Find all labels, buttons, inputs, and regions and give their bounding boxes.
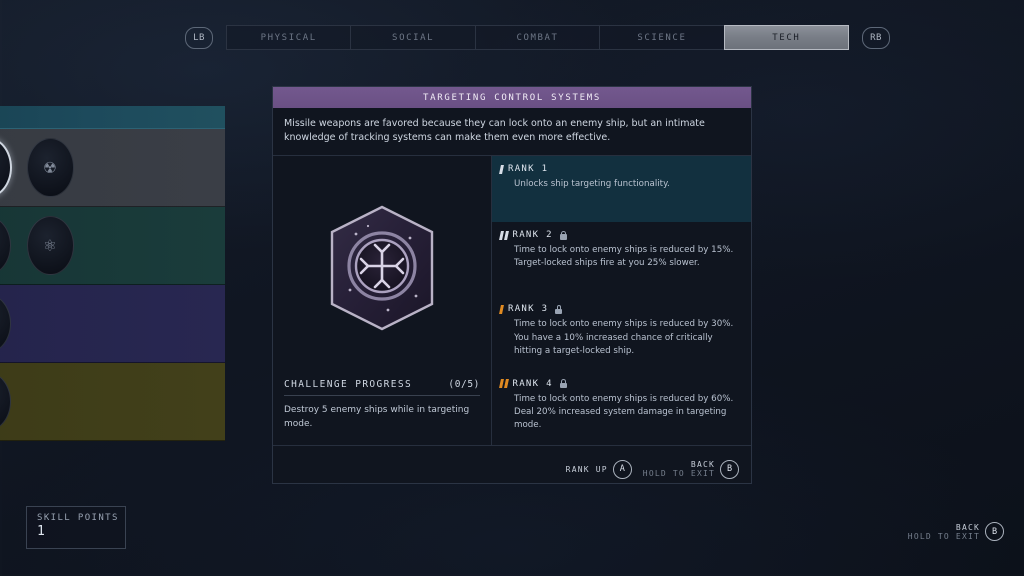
targeting-reticle-icon <box>326 204 438 332</box>
skill-node-icon: ☢ <box>44 156 56 178</box>
skill-row: ⚘☿ <box>0 285 225 363</box>
rank-bar-icon <box>499 304 504 314</box>
panel-body: CHALLENGE PROGRESS (0/5) Destroy 5 enemy… <box>273 156 751 446</box>
right-bumper-icon[interactable]: RB <box>862 26 890 49</box>
rank-header: RANK 1 <box>499 164 740 175</box>
rank-entry[interactable]: RANK 2 Time to lock onto enemy ships is r… <box>492 222 751 296</box>
skill-cell: ⚒ <box>0 214 13 278</box>
skill-cell: ☸ <box>0 370 13 434</box>
challenge-progress-section: CHALLENGE PROGRESS (0/5) Destroy 5 enemy… <box>273 379 491 445</box>
rank-bar-icon <box>499 379 509 389</box>
rank-name: RANK 4 <box>512 378 553 389</box>
global-exit-prompt[interactable]: BACK HOLD TO EXIT B <box>908 522 1004 541</box>
back-label: BACK <box>690 460 715 470</box>
rank-description: Time to lock onto enemy ships is reduced… <box>514 245 734 269</box>
b-button-icon[interactable]: B <box>985 522 1004 541</box>
panel-left-column: CHALLENGE PROGRESS (0/5) Destroy 5 enemy… <box>273 156 492 446</box>
rank-up-prompt[interactable]: RANK UP A <box>566 459 632 479</box>
skill-node[interactable]: ☢ <box>26 138 74 197</box>
tab-label: SCIENCE <box>637 32 687 43</box>
skill-cell: ✎ <box>0 136 13 200</box>
rank-entry[interactable]: RANK 3 Time to lock onto enemy ships is r… <box>492 296 751 370</box>
tab-social[interactable]: SOCIAL <box>351 26 476 49</box>
skill-row: ⛭⚒⚛ <box>0 207 225 285</box>
rank-description: Time to lock onto enemy ships is reduced… <box>514 393 734 431</box>
back-text: BACK HOLD TO EXIT <box>643 460 715 478</box>
skill-category-sidebar: ENCE ✙✎☢⛭⚒⚛⚘☿☉☸ <box>0 106 225 441</box>
rank-name: RANK 1 <box>508 164 549 175</box>
lock-icon <box>555 304 563 314</box>
skill-cell: ☿ <box>0 292 13 356</box>
rank-name: RANK 2 <box>512 230 553 241</box>
back-prompt[interactable]: BACK HOLD TO EXIT B <box>643 459 739 479</box>
sidebar-category-header: ENCE <box>0 106 225 129</box>
rank-description: Unlocks ship targeting functionality. <box>514 179 670 190</box>
skill-node[interactable]: ⚒ <box>0 216 11 275</box>
panel-footer-prompts: RANK UP A BACK HOLD TO EXIT B <box>273 445 751 492</box>
rank-description: Time to lock onto enemy ships is reduced… <box>514 319 734 356</box>
rank-entry[interactable]: RANK 1 Unlocks ship targeting functionali… <box>492 156 751 223</box>
rank-up-text: RANK UP <box>566 465 608 474</box>
page-title: TARGETING CONTROL SYSTEMS <box>273 87 751 108</box>
challenge-progress-count: (0/5) <box>448 379 480 391</box>
rank-bar-icon <box>499 230 509 240</box>
tab-label: COMBAT <box>516 32 559 43</box>
lock-icon <box>559 379 567 389</box>
left-bumper-icon[interactable]: LB <box>185 26 213 49</box>
exit-prompt-sub-label: HOLD TO EXIT <box>907 531 980 541</box>
skill-cell <box>24 292 76 356</box>
rank-header: RANK 3 <box>499 304 740 315</box>
skill-node-icon: ⚛ <box>44 234 56 256</box>
skill-detail-panel: TARGETING CONTROL SYSTEMS Missile weapon… <box>272 86 752 484</box>
tab-list: PHYSICAL SOCIAL COMBAT SCIENCE TECH <box>226 25 850 50</box>
skill-node[interactable]: ⚛ <box>26 216 74 275</box>
tab-label: SOCIAL <box>392 32 435 43</box>
lock-icon <box>559 230 567 240</box>
skill-points-value: 1 <box>37 524 45 539</box>
challenge-progress-label: CHALLENGE PROGRESS <box>284 379 413 391</box>
a-button-icon[interactable]: A <box>612 459 632 479</box>
rank-header: RANK 2 <box>499 230 740 241</box>
skill-points-label: SKILL POINTS <box>37 513 119 523</box>
badge-container <box>273 156 491 379</box>
rank-header: RANK 4 <box>499 378 740 389</box>
tab-label: TECH <box>772 32 801 43</box>
rank-list: RANK 1 Unlocks ship targeting functionali… <box>492 156 751 445</box>
b-button-icon[interactable]: B <box>720 459 739 479</box>
skill-node[interactable]: ☿ <box>0 294 11 353</box>
skill-cell: ☢ <box>24 136 76 200</box>
skill-row-list: ✙✎☢⛭⚒⚛⚘☿☉☸ <box>0 129 225 441</box>
rank-up-label: RANK UP <box>565 464 608 474</box>
challenge-progress-header: CHALLENGE PROGRESS (0/5) <box>284 379 480 397</box>
rank-bar-icon <box>499 164 504 174</box>
tab-combat[interactable]: COMBAT <box>476 26 601 49</box>
rank-entry[interactable]: RANK 4 Time to lock onto enemy ships is r… <box>492 371 751 445</box>
tab-tech[interactable]: TECH <box>723 25 850 50</box>
skill-cell: ⚛ <box>24 214 76 278</box>
back-sub-label: HOLD TO EXIT <box>642 469 715 479</box>
tab-science[interactable]: SCIENCE <box>600 26 725 49</box>
skill-row: ☉☸ <box>0 363 225 441</box>
challenge-progress-description: Destroy 5 enemy ships while in targeting… <box>284 405 470 429</box>
rank-name: RANK 3 <box>508 304 549 315</box>
category-tab-bar: LB PHYSICAL SOCIAL COMBAT SCIENCE TECH RB <box>185 25 890 50</box>
skill-row: ✙✎☢ <box>0 129 225 207</box>
tab-physical[interactable]: PHYSICAL <box>227 26 352 49</box>
exit-prompt-label: BACK <box>955 522 980 532</box>
skill-node[interactable]: ☸ <box>0 372 11 431</box>
skill-points-box: SKILL POINTS 1 <box>26 506 126 549</box>
skill-description: Missile weapons are favored because they… <box>273 108 751 157</box>
exit-prompt-text: BACK HOLD TO EXIT <box>908 523 980 541</box>
skill-cell <box>24 370 76 434</box>
skill-node-selected[interactable]: ✎ <box>0 137 12 198</box>
tab-label: PHYSICAL <box>260 32 317 43</box>
